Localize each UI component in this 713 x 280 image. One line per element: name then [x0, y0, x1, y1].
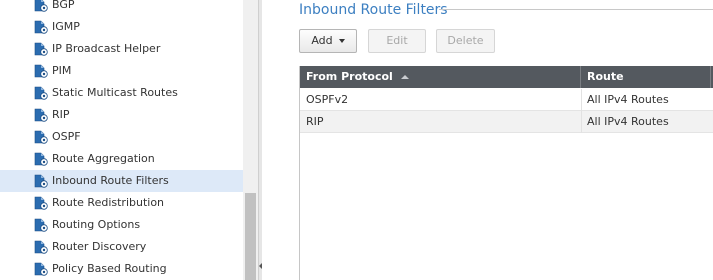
sidebar-item-pim[interactable]: PIM: [0, 60, 243, 82]
column-header-label: From Protocol: [306, 70, 393, 83]
protocol-node-icon: [34, 152, 48, 166]
sidebar-item-label: BGP: [52, 0, 75, 11]
sort-ascending-icon: [400, 75, 409, 79]
sidebar-item-label: Routing Options: [52, 218, 141, 231]
protocol-node-icon: [34, 240, 48, 254]
cell-route: All IPv4 Routes: [587, 115, 669, 128]
sidebar-item-label: Static Multicast Routes: [52, 86, 178, 99]
protocol-node-icon: [34, 64, 48, 78]
sidebar-item-route-aggregation[interactable]: Route Aggregation: [0, 148, 243, 170]
sidebar-nav: BGP IGMP IP Broadcast Helper PIM Static …: [0, 0, 258, 280]
scrollbar-thumb[interactable]: [245, 193, 256, 280]
sidebar-item-label: Route Aggregation: [52, 152, 155, 165]
cell-from-protocol: OSPFv2: [306, 93, 349, 106]
column-divider[interactable]: [580, 66, 581, 88]
sidebar-item-label: Route Redistribution: [52, 196, 165, 209]
sidebar-item-policy-based-routing[interactable]: Policy Based Routing: [0, 258, 243, 280]
add-button[interactable]: Add: [299, 29, 357, 53]
protocol-node-icon: [34, 86, 48, 100]
sidebar-item-label: Router Discovery: [52, 240, 147, 253]
protocol-node-icon: [34, 218, 48, 232]
sidebar-item-label: IGMP: [52, 20, 80, 33]
column-header-from-protocol[interactable]: From Protocol: [306, 66, 409, 88]
sidebar-item-routing-options[interactable]: Routing Options: [0, 214, 243, 236]
protocol-node-icon: [34, 0, 48, 12]
cell-divider: [581, 111, 582, 133]
column-divider[interactable]: [710, 66, 711, 88]
sidebar-item-ip-broadcast-helper[interactable]: IP Broadcast Helper: [0, 38, 243, 60]
sidebar-item-igmp[interactable]: IGMP: [0, 16, 243, 38]
protocol-node-icon: [34, 20, 48, 34]
sidebar-item-static-multicast-routes[interactable]: Static Multicast Routes: [0, 82, 243, 104]
cell-from-protocol: RIP: [306, 115, 324, 128]
table-header: From Protocol Route: [300, 66, 713, 88]
sidebar-item-label: Policy Based Routing: [52, 262, 167, 275]
delete-button[interactable]: Delete: [436, 29, 495, 53]
sidebar-item-label: Inbound Route Filters: [52, 174, 169, 187]
sidebar-item-label: IP Broadcast Helper: [52, 42, 161, 55]
edit-button[interactable]: Edit: [368, 29, 426, 53]
protocol-node-icon: [34, 108, 48, 122]
protocol-node-icon: [34, 130, 48, 144]
table-row[interactable]: RIP All IPv4 Routes: [300, 111, 713, 133]
sidebar-item-rip[interactable]: RIP: [0, 104, 243, 126]
sidebar-scrollbar[interactable]: [243, 0, 258, 280]
sidebar-item-label: PIM: [52, 64, 72, 77]
column-header-route[interactable]: Route: [587, 66, 624, 88]
sidebar-item-inbound-route-filters[interactable]: Inbound Route Filters: [0, 170, 243, 192]
cell-divider: [581, 89, 582, 111]
protocol-node-icon: [34, 262, 48, 276]
sidebar-item-ospf[interactable]: OSPF: [0, 126, 243, 148]
route-filters-table: From Protocol Route OSPFv2 All IPv4 Rout…: [299, 66, 713, 280]
protocol-node-icon: [34, 42, 48, 56]
sidebar-item-router-discovery[interactable]: Router Discovery: [0, 236, 243, 258]
protocol-node-icon: [34, 196, 48, 210]
sidebar-item-bgp[interactable]: BGP: [0, 0, 243, 16]
page-title: Inbound Route Filters: [299, 2, 448, 18]
table-row[interactable]: OSPFv2 All IPv4 Routes: [300, 89, 713, 111]
sidebar-item-label: OSPF: [52, 130, 81, 143]
protocol-node-icon: [34, 174, 48, 188]
sidebar-item-label: RIP: [52, 108, 70, 121]
caret-down-icon: [338, 39, 345, 43]
add-button-label: Add: [311, 34, 333, 47]
title-divider: [439, 9, 713, 10]
cell-route: All IPv4 Routes: [587, 93, 669, 106]
sidebar-item-route-redistribution[interactable]: Route Redistribution: [0, 192, 243, 214]
